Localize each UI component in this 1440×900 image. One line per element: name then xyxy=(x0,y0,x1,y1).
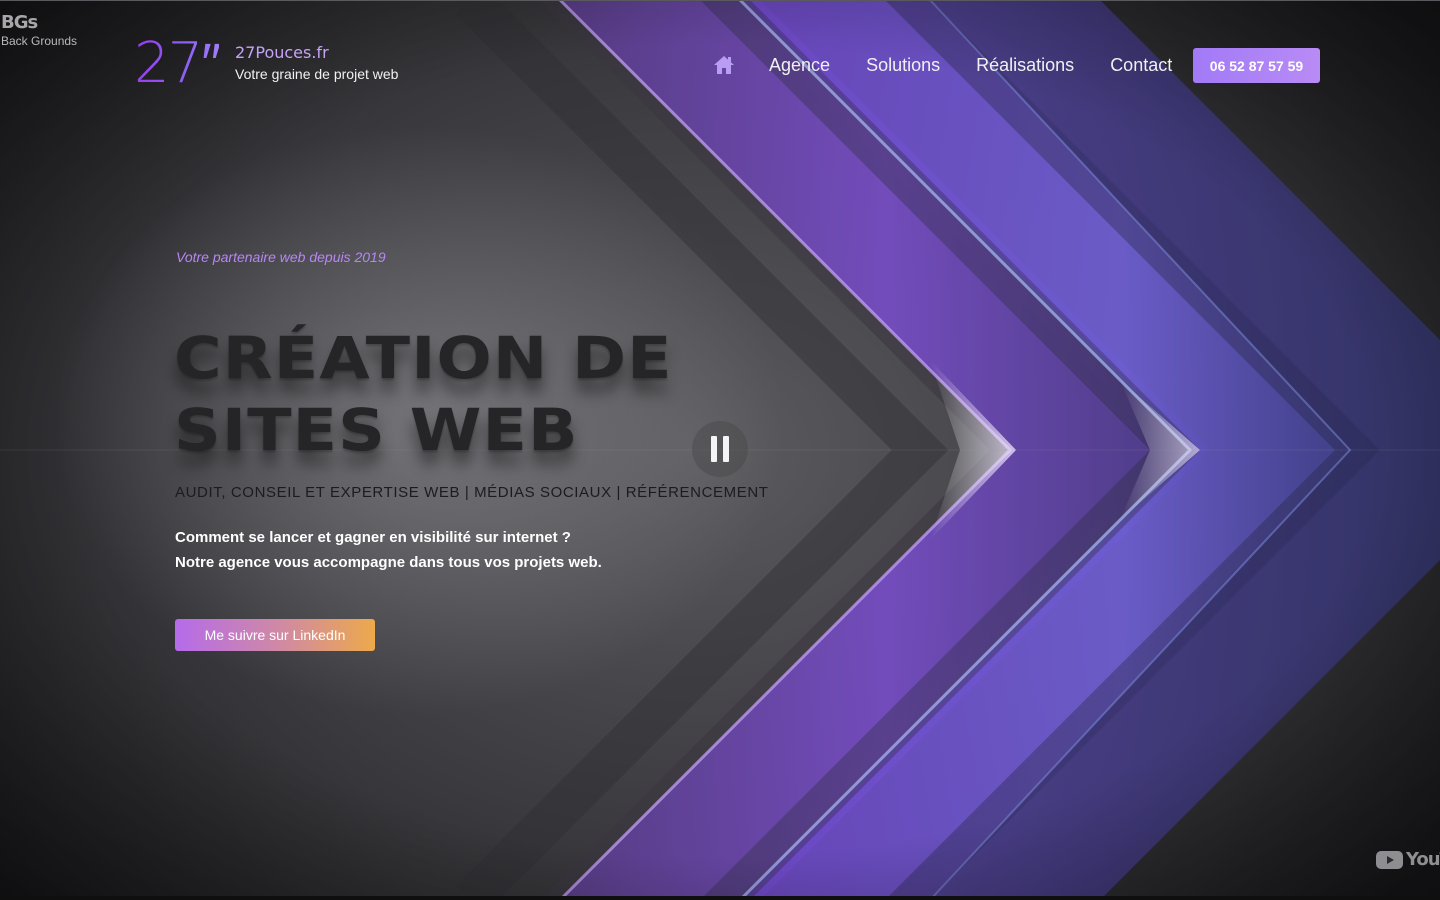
bgs-badge: BGs Back Grounds xyxy=(1,12,78,48)
logo-mark: 27″ xyxy=(134,31,221,96)
top-border xyxy=(0,0,1440,1)
linkedin-button[interactable]: Me suivre sur LinkedIn xyxy=(175,619,375,651)
youtube-play-icon xyxy=(1376,850,1403,869)
hero-title-line1: CRÉATION DE xyxy=(174,324,673,392)
hero-video-background: BGs Back Grounds 27″ 27Pouces.fr Votre g… xyxy=(0,0,1440,900)
hero-subtitle: AUDIT, CONSEIL ET EXPERTISE WEB | MÉDIAS… xyxy=(175,484,769,501)
home-icon xyxy=(714,56,734,74)
bgs-subtitle: Back Grounds xyxy=(1,34,78,48)
logo-text: 27Pouces.fr Votre graine de projet web xyxy=(235,43,398,82)
logo-domain: 27Pouces.fr xyxy=(235,43,329,62)
phone-button[interactable]: 06 52 87 57 59 xyxy=(1193,48,1320,83)
logo-tagline: Votre graine de projet web xyxy=(235,66,399,82)
video-pause-button[interactable] xyxy=(692,421,748,477)
main-nav: Agence Solutions Réalisations Contact xyxy=(712,52,1172,78)
nav-home-link[interactable] xyxy=(712,53,736,77)
nav-item-realisations[interactable]: Réalisations xyxy=(976,55,1074,76)
site-logo[interactable]: 27″ 27Pouces.fr Votre graine de projet w… xyxy=(134,31,398,96)
youtube-link[interactable]: YouTu xyxy=(1376,849,1440,870)
hero-description-line2: Notre agence vous accompagne dans tous v… xyxy=(175,554,602,571)
pause-icon xyxy=(708,436,732,462)
hero-kicker: Votre partenaire web depuis 2019 xyxy=(176,249,386,265)
nav-item-contact[interactable]: Contact xyxy=(1110,55,1172,76)
nav-item-solutions[interactable]: Solutions xyxy=(866,55,940,76)
youtube-label: YouTu xyxy=(1406,849,1440,870)
bgs-title: BGs xyxy=(1,12,38,33)
hero-description-line1: Comment se lancer et gagner en visibilit… xyxy=(175,529,571,546)
nav-item-agence[interactable]: Agence xyxy=(769,55,830,76)
hero-description: Comment se lancer et gagner en visibilit… xyxy=(175,525,602,575)
bottom-border xyxy=(0,896,1440,900)
